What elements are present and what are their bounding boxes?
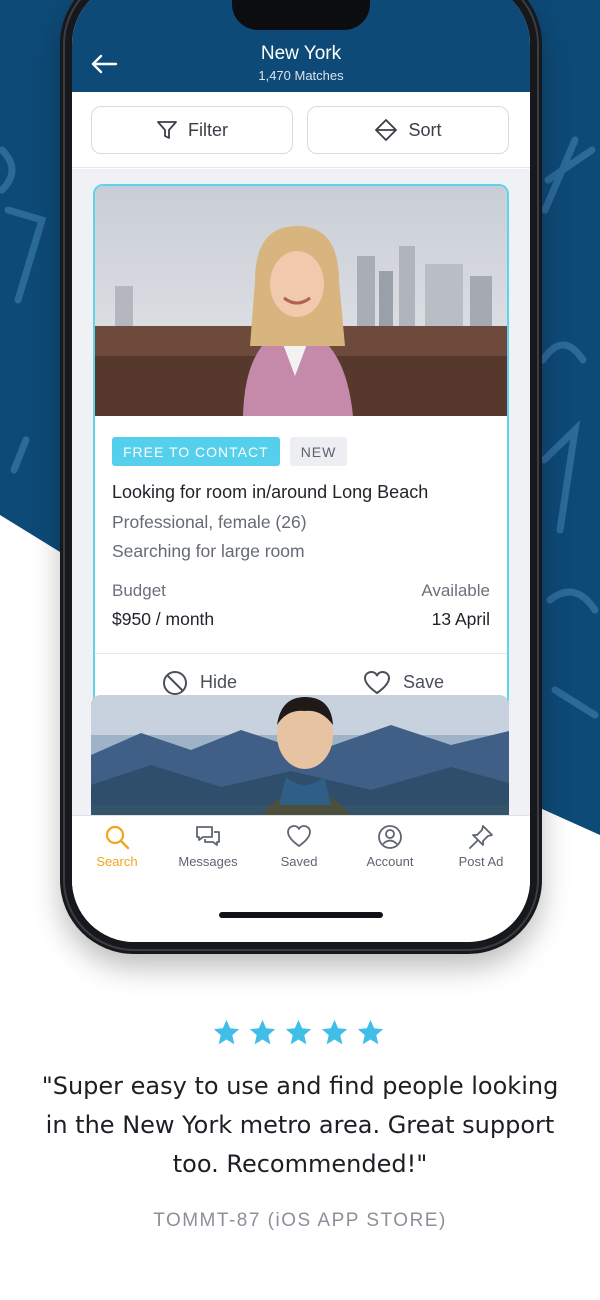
- city-title: New York: [260, 43, 342, 64]
- tab-search[interactable]: Search: [72, 824, 162, 869]
- tab-post-ad[interactable]: Post Ad: [436, 824, 526, 869]
- tab-messages[interactable]: Messages: [163, 824, 253, 869]
- match-count: 1,470 Matches: [258, 68, 344, 83]
- heart-icon: [287, 825, 311, 847]
- app-screen: New York 1,470 Matches Filter Sort FREE …: [72, 0, 530, 942]
- filter-icon: [157, 121, 177, 139]
- sort-icon: [375, 119, 398, 141]
- block-icon: [163, 670, 187, 695]
- heart-icon: [364, 670, 390, 694]
- listing-title: Looking for room in/around Long Beach: [112, 482, 429, 502]
- tab-saved[interactable]: Saved: [254, 824, 344, 869]
- hide-label: Hide: [200, 672, 238, 692]
- star-icon: [213, 1019, 240, 1045]
- listing-photo: [95, 186, 507, 416]
- tab-saved-label: Saved: [280, 854, 318, 869]
- phone-frame: New York 1,470 Matches Filter Sort FREE …: [60, 0, 542, 954]
- pin-icon: [469, 825, 493, 849]
- star-icon: [249, 1019, 276, 1045]
- tab-account-label: Account: [366, 854, 414, 869]
- home-indicator: [219, 912, 383, 918]
- budget-label: Budget: [112, 581, 166, 600]
- star-icon: [321, 1019, 348, 1045]
- save-label: Save: [403, 672, 445, 692]
- available-label: Available: [421, 581, 490, 600]
- listing-profile: Professional, female (26): [112, 512, 307, 532]
- filter-label: Filter: [188, 119, 228, 140]
- filter-sort-toolbar: Filter Sort: [72, 92, 530, 168]
- available-value: 13 April: [431, 609, 490, 629]
- listing-feed: FREE TO CONTACT NEW Looking for room in/…: [72, 169, 530, 857]
- filter-button[interactable]: Filter: [91, 106, 293, 154]
- listing-badges: FREE TO CONTACT NEW: [112, 437, 348, 466]
- star-icon: [285, 1019, 312, 1045]
- new-badge: NEW: [289, 437, 348, 466]
- phone-notch: [232, 0, 370, 30]
- account-icon: [378, 825, 402, 849]
- tab-messages-label: Messages: [178, 854, 238, 869]
- star-icon: [357, 1019, 384, 1045]
- free-to-contact-badge: FREE TO CONTACT: [112, 437, 280, 466]
- tab-search-label: Search: [96, 854, 138, 869]
- sort-label: Sort: [408, 119, 442, 140]
- sort-button[interactable]: Sort: [307, 106, 509, 154]
- messages-icon: [196, 826, 220, 846]
- budget-value: $950 / month: [112, 609, 215, 629]
- tab-post-ad-label: Post Ad: [458, 854, 504, 869]
- review-quote: "Super easy to use and find people looki…: [41, 1072, 559, 1178]
- listing-card[interactable]: FREE TO CONTACT NEW Looking for room in/…: [93, 184, 509, 710]
- tab-account[interactable]: Account: [345, 824, 435, 869]
- review-author: TOMMT-87 (iOS APP STORE): [153, 1210, 447, 1231]
- rating-stars: [212, 1018, 385, 1047]
- bottom-tab-bar: Search Messages Saved Account Post Ad: [72, 815, 530, 942]
- listing-searching: Searching for large room: [112, 541, 305, 561]
- search-icon: [105, 825, 130, 850]
